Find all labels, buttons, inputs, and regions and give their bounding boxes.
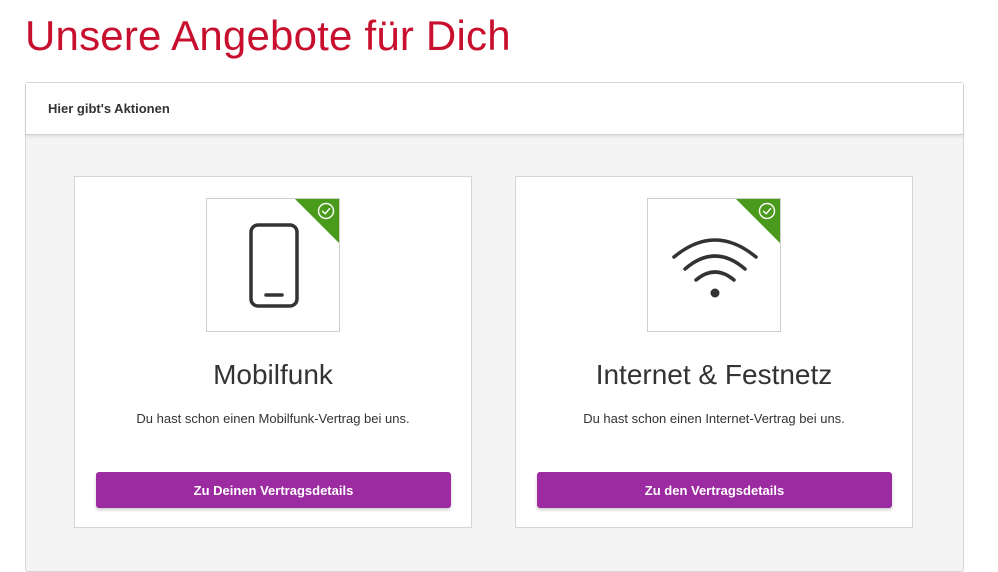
card-title: Internet & Festnetz — [595, 359, 833, 390]
card-description: Du hast schon einen Internet-Vertrag bei… — [583, 411, 845, 426]
offer-card-mobilfunk: Mobilfunk Du hast schon einen Mobilfunk-… — [74, 176, 472, 528]
offers-panel: Hier gibt's Aktionen Mobilfunk Du hast s… — [25, 82, 964, 572]
panel-header: Hier gibt's Aktionen — [26, 83, 963, 135]
contract-details-button[interactable]: Zu den Vertragsdetails — [537, 472, 892, 508]
card-description: Du hast schon einen Mobilfunk-Vertrag be… — [136, 411, 410, 426]
mobile-phone-icon — [249, 223, 299, 308]
contract-details-button[interactable]: Zu Deinen Vertragsdetails — [96, 472, 451, 508]
wifi-icon — [672, 238, 758, 298]
icon-box — [647, 198, 781, 332]
card-title: Mobilfunk — [213, 359, 333, 390]
icon-box — [206, 198, 340, 332]
offer-card-internet-festnetz: Internet & Festnetz Du hast schon einen … — [515, 176, 913, 528]
page-title: Unsere Angebote für Dich — [25, 12, 511, 59]
